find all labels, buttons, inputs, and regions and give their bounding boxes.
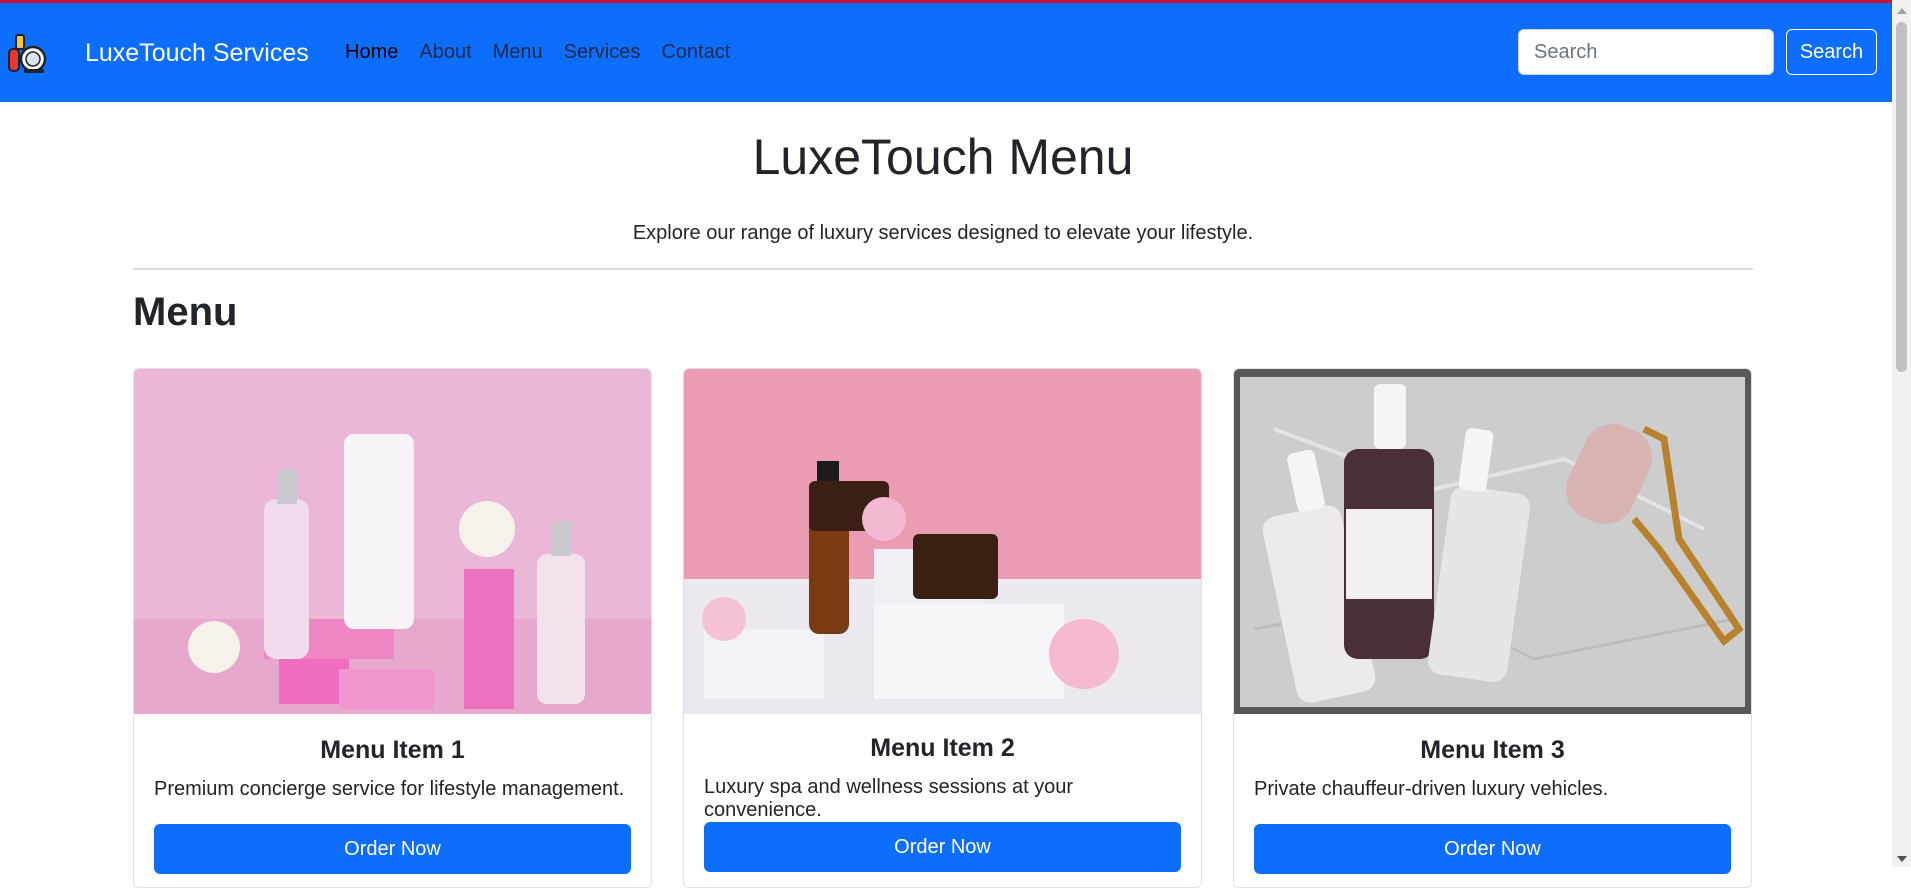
menu-card-1: Menu Item 1 Premium concierge service fo… <box>133 368 652 888</box>
menu-heading: Menu <box>133 290 238 334</box>
scroll-down-arrow-icon[interactable] <box>1897 856 1907 862</box>
card-title: Menu Item 2 <box>870 734 1015 762</box>
serum-bottles-on-marble-photo <box>1234 369 1751 714</box>
page-title: LuxeTouch Menu <box>752 129 1134 185</box>
card-description: Luxury spa and wellness sessions at your… <box>704 776 1074 821</box>
card-title: Menu Item 3 <box>1420 736 1565 764</box>
card-title: Menu Item 1 <box>320 736 465 764</box>
scroll-up-arrow-icon[interactable] <box>1897 8 1907 14</box>
page-subtitle: Explore our range of luxury services des… <box>632 222 1254 244</box>
brand-name[interactable]: LuxeTouch Services <box>85 39 309 68</box>
vertical-scrollbar[interactable] <box>1892 0 1911 867</box>
nav-link-menu[interactable]: Menu <box>493 41 543 64</box>
nav-link-home[interactable]: Home <box>345 41 398 64</box>
nav-link-about[interactable]: About <box>419 41 471 64</box>
search-button[interactable]: Search <box>1786 29 1877 75</box>
nav-links: Home About Menu Services Contact <box>345 41 751 64</box>
search-input[interactable] <box>1518 29 1774 75</box>
pink-skincare-products-photo <box>134 369 651 714</box>
card-description: Premium concierge service for lifestyle … <box>154 778 625 800</box>
scrollbar-thumb[interactable] <box>1896 22 1907 372</box>
cosmetics-logo-icon[interactable] <box>6 33 48 75</box>
card-description: Private chauffeur-driven luxury vehicles… <box>1254 778 1609 800</box>
nav-link-contact[interactable]: Contact <box>661 41 730 64</box>
order-now-button[interactable]: Order Now <box>704 822 1181 872</box>
nav-link-services[interactable]: Services <box>564 41 641 64</box>
navbar: LuxeTouch Services Home About Menu Servi… <box>0 3 1892 102</box>
menu-card-2: Menu Item 2 Luxury spa and wellness sess… <box>683 368 1202 888</box>
serum-jars-and-flowers-photo <box>684 369 1201 714</box>
divider <box>133 268 1753 270</box>
menu-card-3: Menu Item 3 Private chauffeur-driven lux… <box>1233 368 1752 888</box>
